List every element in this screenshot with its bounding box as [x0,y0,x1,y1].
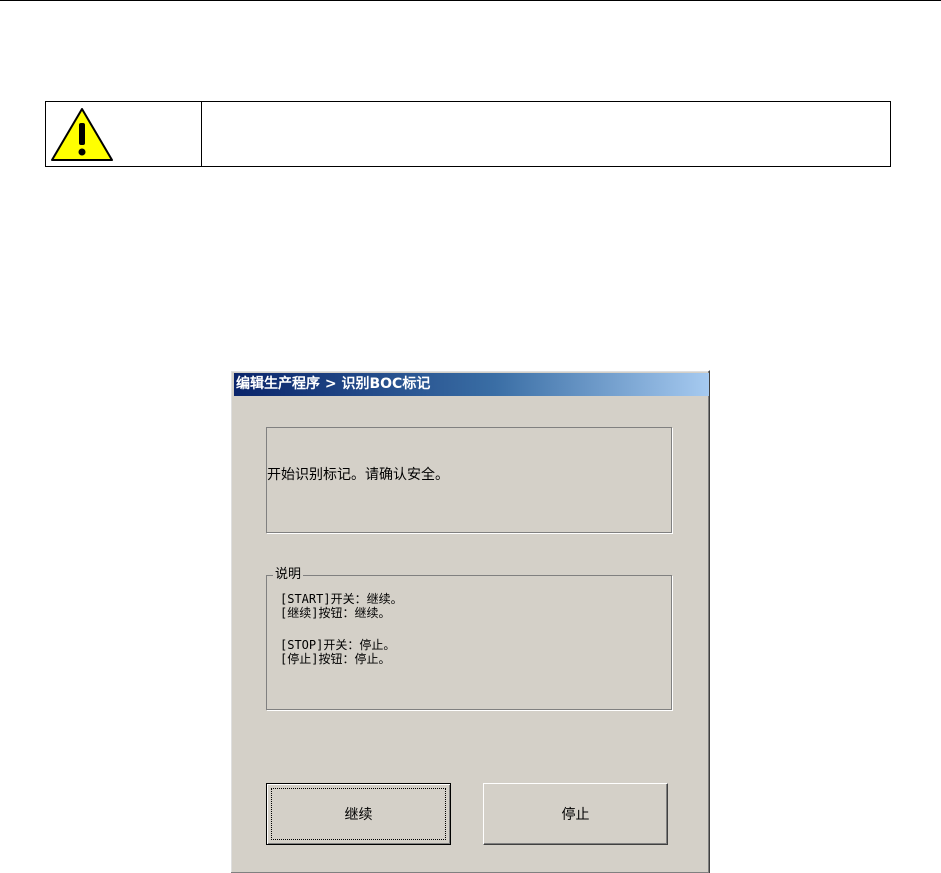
document-page: 编辑生产程序 > 识别BOC标记 开始识别标记。请确认安全。 说明 [START… [0,0,941,873]
continue-button[interactable]: 继续 [266,783,451,845]
focus-ring [271,788,446,840]
message-text: 开始识别标记。请确认安全。 [267,467,449,483]
warning-icon-cell [46,102,202,166]
notes-line-continue-button: [继续]按钮：继续。 [280,606,391,620]
warning-box [45,101,891,167]
stop-button-label: 停止 [561,807,590,823]
notes-group: 说明 [START]开关：继续。 [继续]按钮：继续。 [STOP]开关：停止。… [266,566,672,710]
notes-line-start-switch: [START]开关：继续。 [280,592,403,606]
top-rule [0,0,941,1]
dialog-window: 编辑生产程序 > 识别BOC标记 开始识别标记。请确认安全。 说明 [START… [230,370,710,873]
warning-text-cell [202,102,890,166]
dialog-title: 编辑生产程序 > 识别BOC标记 [236,376,431,392]
notes-legend: 说明 [273,566,304,584]
stop-button[interactable]: 停止 [483,783,668,845]
notes-line-stop-switch: [STOP]开关：停止。 [280,638,396,652]
dialog-title-bar[interactable]: 编辑生产程序 > 识别BOC标记 [234,373,709,396]
notes-line-stop-button: [停止]按钮：停止。 [280,652,391,666]
warning-triangle-icon [51,108,113,161]
notes-spacer [280,620,403,638]
notes-lines: [START]开关：继续。 [继续]按钮：继续。 [STOP]开关：停止。 [停… [280,592,403,666]
message-panel: 开始识别标记。请确认安全。 [266,427,672,533]
